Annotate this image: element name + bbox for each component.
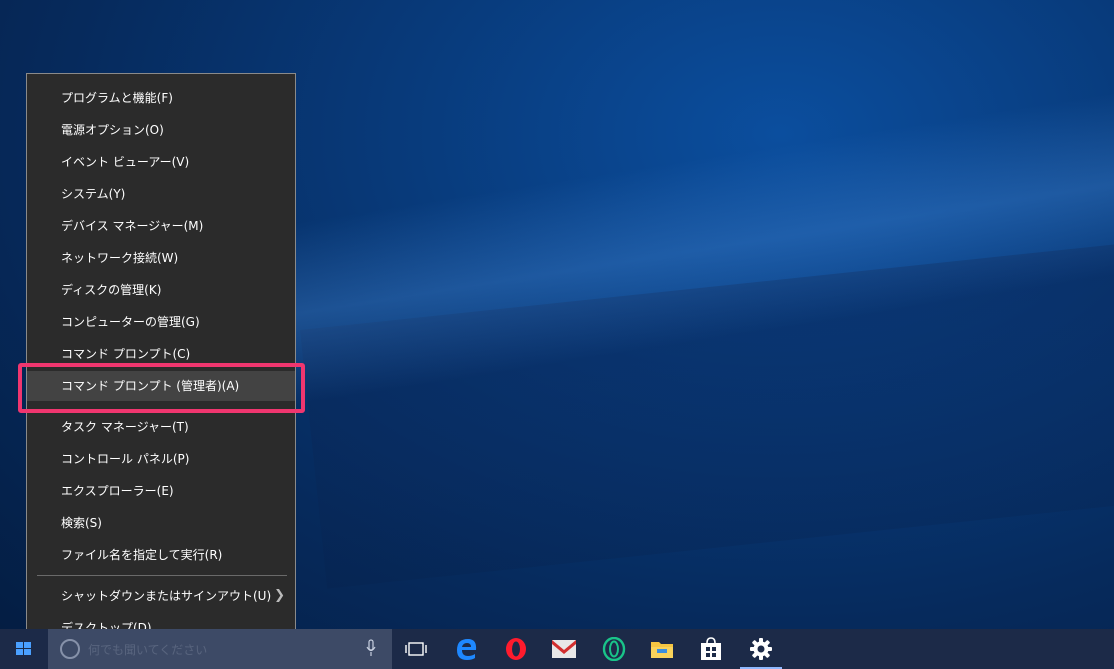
menu-item-command-prompt-admin[interactable]: コマンド プロンプト (管理者)(A) [27,371,295,401]
menu-item-power-options[interactable]: 電源オプション(O) [27,115,295,145]
menu-item-label: 電源オプション(O) [61,123,164,137]
start-button[interactable] [0,629,48,669]
menu-item-label: デバイス マネージャー(M) [61,219,204,233]
menu-item-device-manager[interactable]: デバイス マネージャー(M) [27,211,295,241]
menu-separator [37,575,287,576]
menu-item-computer-management[interactable]: コンピューターの管理(G) [27,307,295,337]
menu-item-control-panel[interactable]: コントロール パネル(P) [27,444,295,474]
search-placeholder: 何でも聞いてください [88,643,208,657]
menu-item-system[interactable]: システム(Y) [27,179,295,209]
cortana-search-box[interactable]: 何でも聞いてください [48,629,392,669]
menu-item-task-manager[interactable]: タスク マネージャー(T) [27,412,295,442]
menu-item-disk-management[interactable]: ディスクの管理(K) [27,275,295,305]
menu-item-label: コマンド プロンプト (管理者)(A) [61,379,240,393]
taskbar: 何でも聞いてください [0,629,1114,669]
cortana-circle-icon [60,639,80,659]
menu-item-label: コマンド プロンプト(C) [61,347,191,361]
menu-item-label: シャットダウンまたはサインアウト(U) [61,589,272,603]
menu-item-label: コンピューターの管理(G) [61,315,200,329]
menu-item-shutdown-signout[interactable]: シャットダウンまたはサインアウト(U) ❯ [27,581,295,611]
chevron-right-icon: ❯ [274,588,285,603]
windows-logo-icon [16,642,32,656]
menu-item-programs-features[interactable]: プログラムと機能(F) [27,83,295,113]
menu-item-label: プログラムと機能(F) [61,91,173,105]
menu-item-command-prompt[interactable]: コマンド プロンプト(C) [27,339,295,369]
settings-gear-icon[interactable] [737,629,785,669]
menu-item-label: タスク マネージャー(T) [61,420,189,434]
menu-item-label: 検索(S) [61,516,102,530]
menu-item-event-viewer[interactable]: イベント ビューアー(V) [27,147,295,177]
task-view-icon[interactable] [392,629,440,669]
edge-icon[interactable] [443,629,491,669]
menu-item-explorer[interactable]: エクスプローラー(E) [27,476,295,506]
menu-item-search[interactable]: 検索(S) [27,508,295,538]
menu-item-label: イベント ビューアー(V) [61,155,190,169]
menu-item-label: ファイル名を指定して実行(R) [61,548,223,562]
menu-item-label: エクスプローラー(E) [61,484,174,498]
opera-neon-icon[interactable] [590,629,638,669]
menu-item-label: システム(Y) [61,187,126,201]
menu-item-network-connections[interactable]: ネットワーク接続(W) [27,243,295,273]
mail-icon[interactable] [540,629,588,669]
opera-icon[interactable] [492,629,540,669]
menu-item-run[interactable]: ファイル名を指定して実行(R) [27,540,295,570]
menu-item-label: ネットワーク接続(W) [61,251,179,265]
store-icon[interactable] [687,629,735,669]
menu-item-label: コントロール パネル(P) [61,452,190,466]
microphone-icon[interactable] [366,639,376,657]
file-explorer-icon[interactable] [638,629,686,669]
menu-item-label: ディスクの管理(K) [61,283,162,297]
winx-context-menu: プログラムと機能(F) 電源オプション(O) イベント ビューアー(V) システ… [26,73,296,651]
